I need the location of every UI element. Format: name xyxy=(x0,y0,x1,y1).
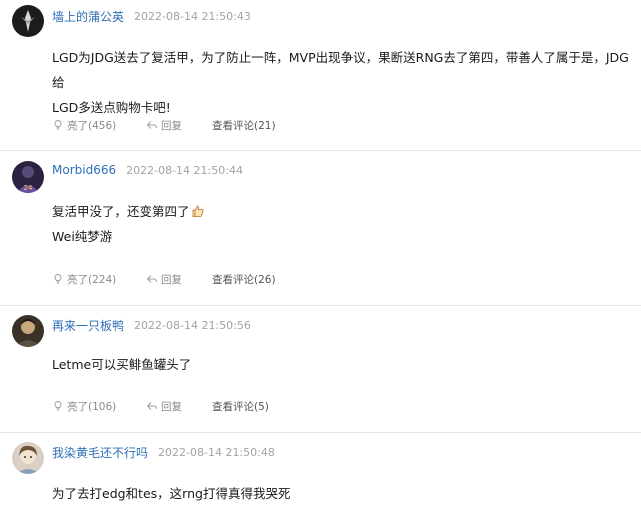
reply-button[interactable]: 回复 xyxy=(146,272,186,287)
reply-button[interactable]: 回复 xyxy=(146,399,186,414)
comment-text: LGD为JDG送去了复活甲，为了防止一阵，MVP出现争议，果断送RNG去了第四，… xyxy=(52,45,632,120)
timestamp: 2022-08-14 21:50:44 xyxy=(126,163,243,177)
comment-actions: 亮了(456) 回复 查看评论(21) xyxy=(52,116,276,134)
reply-label: 回复 xyxy=(161,273,182,286)
username[interactable]: 我染黄毛还不行吗 xyxy=(52,444,148,461)
comment-text: 复活甲没了，还变第四了 Wei纯梦游 xyxy=(52,199,632,249)
comment-line: 复活甲没了，还变第四了 xyxy=(52,199,632,224)
reply-label: 回复 xyxy=(161,119,182,132)
comment-line: Letme可以买鲱鱼罐头了 xyxy=(52,357,192,372)
like-button[interactable]: 亮了(106) xyxy=(52,399,117,414)
reply-icon xyxy=(146,119,158,131)
like-icon xyxy=(52,400,64,412)
reply-label: 回复 xyxy=(161,400,182,413)
avatar[interactable] xyxy=(12,442,44,474)
like-icon xyxy=(52,119,64,131)
comment-item: 墙上的蒲公英 2022-08-14 21:50:43 LGD为JDG送去了复活甲… xyxy=(0,0,641,150)
comment-item: 再来一只板鸭 2022-08-14 21:50:56 Letme可以买鲱鱼罐头了… xyxy=(0,306,641,432)
timestamp: 2022-08-14 21:50:56 xyxy=(134,318,251,332)
like-button[interactable]: 亮了(224) xyxy=(52,272,117,287)
comment-line: Wei纯梦游 xyxy=(52,229,113,244)
timestamp: 2022-08-14 21:50:43 xyxy=(134,9,251,23)
avatar[interactable] xyxy=(12,5,44,37)
view-comments-link[interactable]: 查看评论(26) xyxy=(212,272,276,287)
comment-line: LGD为JDG送去了复活甲，为了防止一阵，MVP出现争议，果断送RNG去了第四，… xyxy=(52,50,629,90)
username[interactable]: 墙上的蒲公英 xyxy=(52,8,124,25)
username[interactable]: 再来一只板鸭 xyxy=(52,317,124,334)
comment-actions: 亮了(224) 回复 查看评论(26) xyxy=(52,270,276,288)
like-icon xyxy=(52,273,64,285)
comment-text: 为了去打edg和tes，这rng打得真得我哭死 xyxy=(52,481,632,506)
avatar[interactable]: 24 xyxy=(12,161,44,193)
like-count: 亮了(106) xyxy=(67,400,117,413)
comment-line: 为了去打edg和tes，这rng打得真得我哭死 xyxy=(52,486,291,501)
timestamp: 2022-08-14 21:50:48 xyxy=(158,445,275,459)
view-comments-link[interactable]: 查看评论(5) xyxy=(212,399,269,414)
view-comments-link[interactable]: 查看评论(21) xyxy=(212,118,276,133)
comment-item: 24 Morbid666 2022-08-14 21:50:44 复活甲没了，还… xyxy=(0,151,641,305)
comment-actions: 亮了(106) 回复 查看评论(5) xyxy=(52,397,269,415)
like-button[interactable]: 亮了(456) xyxy=(52,118,117,133)
reply-button[interactable]: 回复 xyxy=(146,118,186,133)
comment-text: Letme可以买鲱鱼罐头了 xyxy=(52,352,632,377)
username[interactable]: Morbid666 xyxy=(52,163,116,177)
like-count: 亮了(224) xyxy=(67,273,117,286)
thumbs-up-emoji xyxy=(191,201,205,217)
svg-text:24: 24 xyxy=(24,184,33,192)
like-count: 亮了(456) xyxy=(67,119,117,132)
reply-icon xyxy=(146,400,158,412)
comment-item: 我染黄毛还不行吗 2022-08-14 21:50:48 为了去打edg和tes… xyxy=(0,433,641,514)
reply-icon xyxy=(146,273,158,285)
avatar[interactable] xyxy=(12,315,44,347)
comment-line-text: 复活甲没了，还变第四了 xyxy=(52,204,190,219)
